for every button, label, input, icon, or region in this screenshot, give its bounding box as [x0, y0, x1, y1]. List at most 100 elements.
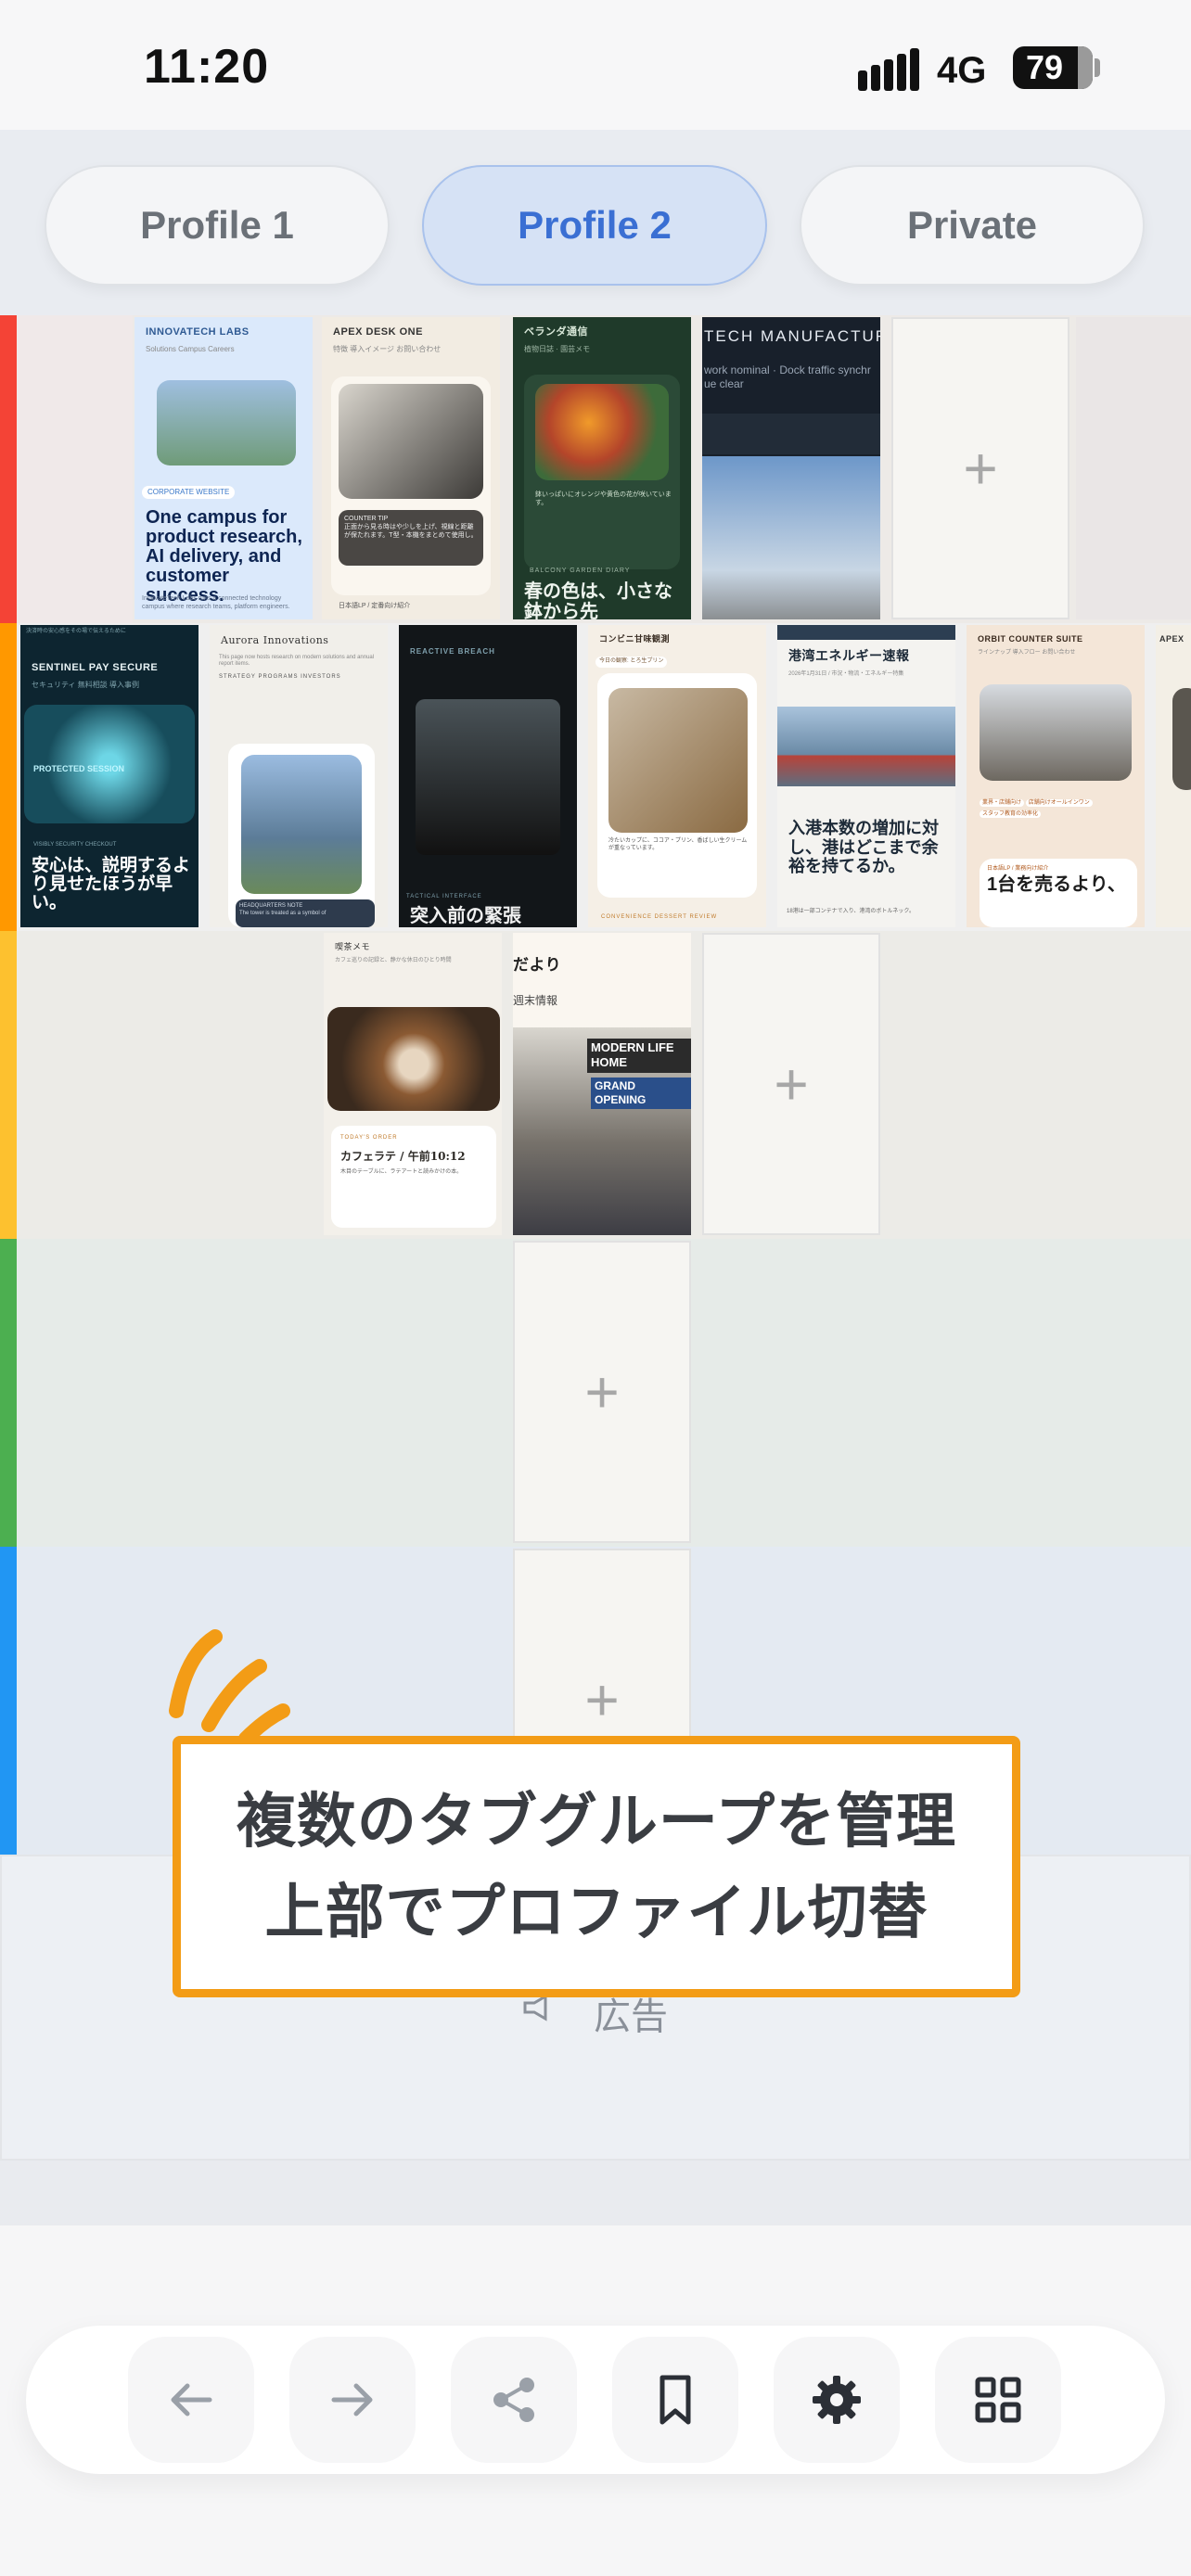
tab-nav: カフェ巡りの記録と、静かな休日のひとり時間: [335, 958, 452, 964]
tab-headline: カフェラテ / 午前10:12: [340, 1149, 466, 1163]
tab-thumbnail-sentinel-pay[interactable]: 決済時の安心感をその場で伝えるために SENTINEL PAY SECURE セ…: [20, 625, 198, 927]
tab-group-green: +: [0, 1239, 1191, 1547]
tab-title: コンビニ甘味観測: [599, 634, 671, 644]
tab-title: 港湾エネルギー速報: [788, 649, 910, 664]
tab-nav: 2026年1月31日 / 市況・物流・エネルギー特集: [788, 670, 904, 677]
tab-headline: 突入前の緊張: [410, 906, 521, 926]
tab-title: APEX: [1159, 634, 1185, 644]
tab-nav: STRATEGY PROGRAMS INVESTORS: [219, 673, 341, 680]
grid-icon: [975, 2377, 1021, 2423]
group-color-strip: [0, 1547, 17, 1855]
callout-line-2: 上部でプロファイル切替: [264, 1879, 928, 1945]
tab-thumbnail-aurora[interactable]: Aurora Innovations This page now hosts r…: [210, 625, 388, 927]
status-time: 11:20: [144, 40, 270, 94]
tab-title: REACTIVE BREACH: [410, 647, 495, 656]
tab-chip: 業界・店舗向け: [980, 799, 1025, 807]
tab-thumbnail-apex[interactable]: APEX: [1156, 625, 1191, 927]
tab-thumbnail-apex-desk[interactable]: APEX DESK ONE 特徴 導入イメージ お問い合わせ COUNTER T…: [322, 317, 500, 619]
add-tab-button[interactable]: +: [891, 317, 1069, 619]
tab-thumbnail-port-energy[interactable]: 港湾エネルギー速報 2026年1月31日 / 市況・物流・エネルギー特集 入港本…: [777, 625, 955, 927]
battery-cap: [1095, 58, 1100, 77]
tab-chip: 店舗向けオールインワン: [1025, 799, 1093, 807]
tab-group-red: INNOVATECH LABS Solutions Campus Careers…: [0, 315, 1191, 623]
tab-title: Aurora Innovations: [221, 634, 329, 646]
tab-title: ベランダ通信: [524, 326, 588, 338]
gear-icon: [813, 2376, 861, 2424]
megaphone-icon: [523, 1994, 547, 2021]
callout-line-1: 複数のタブグループを管理: [236, 1788, 957, 1855]
tab-nav: Solutions Campus Careers: [146, 344, 235, 353]
tab-profile-1[interactable]: Profile 1: [45, 165, 390, 286]
tab-title: 喫茶メモ: [335, 942, 371, 951]
tab-headline: 安心は、説明するより見せたほうが早い。: [32, 856, 191, 912]
group-color-strip: [0, 1239, 17, 1547]
tab-thumbnail-reactive-breach[interactable]: REACTIVE BREACH TACTICAL INTERFACE 突入前の緊…: [399, 625, 577, 927]
tab-sign: MODERN LIFE HOME: [587, 1039, 691, 1073]
tab-title: TECH MANUFACTUR: [704, 327, 880, 345]
emphasis-marks-icon: [169, 1629, 290, 1739]
tab-body: 鉢いっぱいにオレンジや黄色の花が咲いています。: [535, 491, 672, 506]
tab-body: InnovateTech Labs runs a connected techn…: [142, 595, 290, 610]
tab-nav: 特徴 導入イメージ お問い合わせ: [333, 344, 442, 353]
tab-title: だより: [513, 956, 562, 974]
tab-footer: 日本語LP / 定番向け紹介: [339, 603, 411, 609]
tab-private[interactable]: Private: [800, 165, 1145, 286]
tab-body: work nominal · Dock traffic synchr ue cl…: [704, 363, 871, 390]
tab-headline: 入港本数の増加に対し、港はどこまで余裕を持てるか。: [788, 819, 939, 877]
add-tab-button[interactable]: +: [702, 933, 880, 1235]
group-color-strip: [0, 623, 17, 931]
settings-button[interactable]: [774, 2337, 900, 2463]
tab-group-orange: 決済時の安心感をその場で伝えるために SENTINEL PAY SECURE セ…: [0, 623, 1191, 931]
tab-nav: ラインナップ 導入フロー お問い合わせ: [978, 650, 1076, 657]
tab-headline: One campus for product research, AI deli…: [146, 507, 302, 606]
tab-footer: The tower is treated as a symbol of: [239, 910, 327, 916]
tab-title: ORBIT COUNTER SUITE: [978, 634, 1083, 644]
tab-tag: TACTICAL INTERFACE: [406, 894, 482, 899]
group-color-strip: [0, 931, 17, 1239]
tab-thumbnail-cafe-memo[interactable]: 喫茶メモ カフェ巡りの記録と、静かな休日のひとり時間 TODAY'S ORDER…: [324, 933, 502, 1235]
tab-tag: VISIBLY SECURITY CHECKOUT: [33, 842, 117, 848]
tab-title: INNOVATECH LABS: [146, 326, 250, 338]
network-type: 4G: [937, 50, 987, 91]
share-button[interactable]: [451, 2337, 577, 2463]
group-color-strip: [0, 315, 17, 623]
status-bar: 11:20 4G 79: [0, 0, 1191, 130]
bookmark-icon: [660, 2375, 691, 2425]
tab-body: 正面から見る時はや少しを上げ、視線と距離が保たれます。T型・本機をまとめて使用し…: [344, 523, 478, 539]
tab-thumbnail-tech-manufacturing[interactable]: TECH MANUFACTUR work nominal · Dock traf…: [702, 317, 880, 619]
tab-label: PROTECTED SESSION: [33, 764, 125, 773]
add-tab-button[interactable]: +: [513, 1241, 691, 1543]
tab-thumbnail-convenience-dessert[interactable]: コンビニ甘味観測 今日の観察: とろ生プリン 冷たいカップに、ココア・プリン、香…: [588, 625, 766, 927]
tab-tag: HEADQUARTERS NOTE: [239, 903, 303, 909]
tab-headline: 春の色は、小さな鉢から先: [524, 580, 672, 619]
tab-badge: CORPORATE WEBSITE: [142, 486, 236, 499]
tab-caption: COUNTER TIP: [344, 516, 389, 522]
forward-button[interactable]: [289, 2337, 416, 2463]
tab-thumbnail-dayori[interactable]: だより 週末情報 MODERN LIFE HOME GRAND OPENING: [513, 933, 691, 1235]
tab-headline: 1台を売るより、: [987, 874, 1126, 895]
tab-nav: セキュリティ 無料相談 導入事例: [32, 680, 139, 689]
tab-tag: BALCONY GARDEN DIARY: [530, 567, 631, 574]
tab-tag: TODAY'S ORDER: [340, 1135, 398, 1141]
tab-chip: スタッフ教育の効率化: [980, 810, 1042, 818]
tab-body: 冷たいカップに、ココア・プリン、香ばしい生クリームが重なっています。: [608, 838, 748, 851]
tab-chip: 今日の観察: とろ生プリン: [596, 657, 668, 668]
battery-icon: 79: [1013, 46, 1093, 89]
bookmark-button[interactable]: [612, 2337, 738, 2463]
tab-group-yellow: 喫茶メモ カフェ巡りの記録と、静かな休日のひとり時間 TODAY'S ORDER…: [0, 931, 1191, 1239]
tabs-overview-button[interactable]: [935, 2337, 1061, 2463]
tab-profile-2[interactable]: Profile 2: [422, 165, 767, 286]
tab-nav: 週末情報: [513, 994, 558, 1007]
tab-body: 木目のテーブルに、ラテアートと読みかけの本。: [340, 1168, 463, 1175]
tab-thumbnail-innovatech[interactable]: INNOVATECH LABS Solutions Campus Careers…: [134, 317, 313, 619]
tab-thumbnail-garden[interactable]: ベランダ通信 植物日誌 · 園芸メモ 鉢いっぱいにオレンジや黄色の花が咲いていま…: [513, 317, 691, 619]
signal-icon: [858, 48, 919, 91]
feature-callout: 複数のタブグループを管理 上部でプロファイル切替: [173, 1736, 1020, 1997]
back-button[interactable]: [128, 2337, 254, 2463]
tab-sign: GRAND OPENING: [591, 1078, 691, 1109]
share-icon: [493, 2378, 534, 2422]
tab-tag: 日本語LP / 業務向け紹介: [987, 866, 1049, 872]
tab-thumbnail-orbit-counter[interactable]: ORBIT COUNTER SUITE ラインナップ 導入フロー お問い合わせ …: [967, 625, 1145, 927]
tab-tag: CONVENIENCE DESSERT REVIEW: [601, 914, 718, 920]
arrow-left-icon: [171, 2383, 212, 2417]
